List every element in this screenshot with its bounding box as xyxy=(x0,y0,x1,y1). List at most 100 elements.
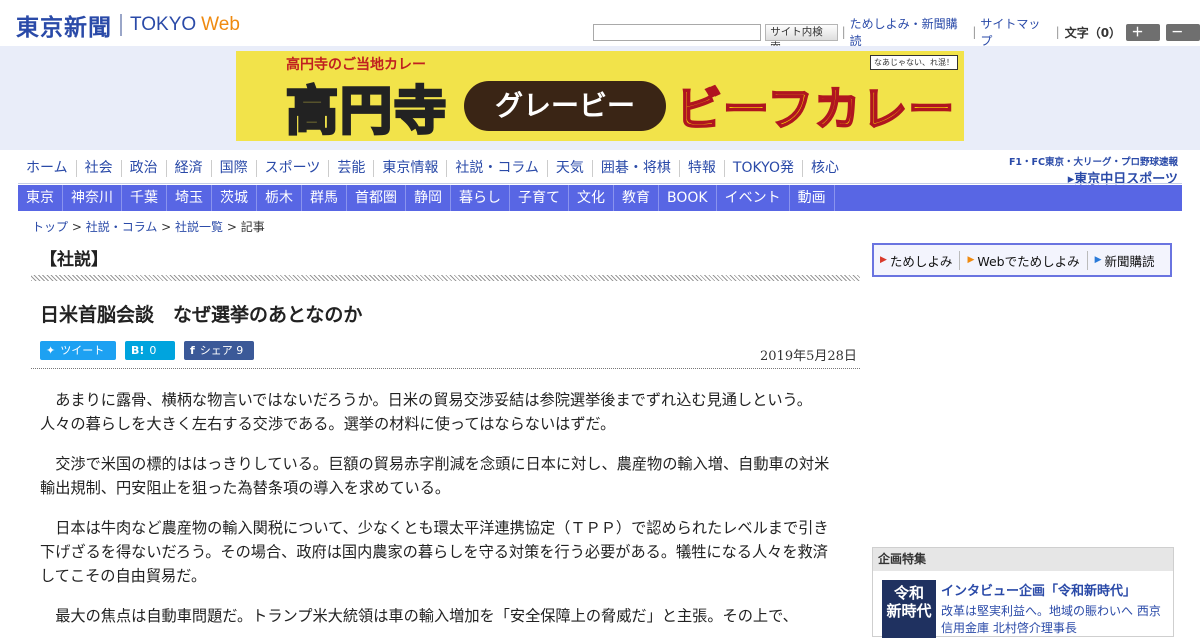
subscription-promo-box: ▶ ためしよみ ▶ Webでためしよみ ▶ 新聞購読 xyxy=(872,243,1172,277)
article-paragraph: あまりに露骨、横柄な物言いではないだろうか。日米の貿易交渉妥結は参院選挙後までず… xyxy=(40,391,812,433)
nav-economy[interactable]: 経済 xyxy=(165,160,211,177)
section-title: 【社説】 xyxy=(40,250,108,270)
thumb-line-2: 新時代 xyxy=(886,602,932,620)
font-size-label: 文字（0） xyxy=(1064,25,1122,40)
nav-region-item[interactable]: BOOK xyxy=(659,185,717,211)
nav-region-item[interactable]: 子育て xyxy=(510,185,569,211)
nav-region-item[interactable]: 暮らし xyxy=(451,185,510,211)
promo-trial-label: ためしよみ xyxy=(889,253,953,269)
nav-region-item[interactable]: 群馬 xyxy=(302,185,347,211)
breadcrumb-current: 記事 xyxy=(240,220,265,234)
nav-region-item[interactable]: イベント xyxy=(717,185,790,211)
chunichi-tagline: F1・FC東京・大リーグ・プロ野球速報 xyxy=(1008,157,1178,168)
nav-region-item[interactable]: 栃木 xyxy=(257,185,302,211)
article-paragraph: 交渉で米国の標的ははっきりしている。巨額の貿易赤字削減を念頭に日本に対し、農産物… xyxy=(40,455,830,497)
promo-trial-link[interactable]: ▶ ためしよみ xyxy=(880,251,959,270)
site-header: 東京新聞 TOKYO Web サイト内検索 | ためしよみ・新聞購読 | サイト… xyxy=(0,0,1200,56)
nav-region-item[interactable]: 教育 xyxy=(614,185,659,211)
promo-subscribe-link[interactable]: ▶ 新聞購読 xyxy=(1086,250,1162,270)
util-divider: | xyxy=(841,25,846,39)
nav-international[interactable]: 国際 xyxy=(210,160,256,177)
nav-region-item[interactable]: 首都圏 xyxy=(347,185,406,211)
nav-home[interactable]: ホーム xyxy=(18,160,76,177)
nav-region-item[interactable]: 動画 xyxy=(790,185,835,211)
nav-sports[interactable]: スポーツ xyxy=(255,160,329,177)
nav-entertainment[interactable]: 芸能 xyxy=(328,160,373,177)
banner-beef-curry: ビーフカレー xyxy=(675,81,956,137)
feature-title-link[interactable]: インタビュー企画「令和新時代」 xyxy=(941,580,1136,599)
article-paragraph: 最大の焦点は自動車問題だ。トランプ米大統領は車の輸入増加を「安全保障上の脅威だ」… xyxy=(55,607,798,625)
nav-region-item[interactable]: 神奈川 xyxy=(63,185,122,211)
feature-box: 企画特集 令和 新時代 インタビュー企画「令和新時代」 改革は堅実利益へ。地域の… xyxy=(872,547,1174,638)
breadcrumb-sep: > xyxy=(157,220,176,234)
logo-japanese: 東京新聞 xyxy=(16,14,112,41)
breadcrumb-top[interactable]: トップ xyxy=(32,220,68,234)
nav-region-item[interactable]: 静岡 xyxy=(406,185,451,211)
hatena-icon: B! xyxy=(131,344,145,357)
site-logo[interactable]: 東京新聞 TOKYO Web xyxy=(16,8,240,42)
main-nav: ホーム 社会 政治 経済 国際 スポーツ 芸能 東京情報 社説・コラム 天気 囲… xyxy=(18,160,847,177)
nav-go-shogi[interactable]: 囲碁・将棋 xyxy=(591,160,679,177)
banner-gravy: グレービー xyxy=(464,81,666,131)
banner-koenji: 高円寺 xyxy=(284,81,449,142)
util-divider: | xyxy=(1055,25,1060,39)
logo-web: Web xyxy=(201,14,240,35)
breadcrumb-editorial[interactable]: 社説・コラム xyxy=(86,220,158,234)
nav-region-item[interactable]: 茨城 xyxy=(212,185,257,211)
arrow-right-icon: ▶ xyxy=(880,255,887,265)
facebook-share-button[interactable]: f シェア 9 xyxy=(184,341,254,360)
tweet-button[interactable]: ✦ ツイート xyxy=(40,341,116,360)
promo-web-trial-link[interactable]: ▶ Webでためしよみ xyxy=(959,250,1086,270)
arrow-right-icon: ▶ xyxy=(1094,255,1102,265)
logo-divider xyxy=(120,14,122,36)
promo-subscribe-label: 新聞購読 xyxy=(1104,253,1155,269)
breadcrumb-sep: > xyxy=(223,220,241,234)
section-divider xyxy=(31,275,860,281)
banner-stamp: なあじゃない、れ混！ xyxy=(870,55,958,70)
nav-editorial-column[interactable]: 社説・コラム xyxy=(446,160,547,177)
article-body: あまりに露骨、横柄な物言いではないだろうか。日米の貿易交渉妥結は参院選挙後までず… xyxy=(40,388,840,644)
nav-region-item[interactable]: 文化 xyxy=(569,185,614,211)
breadcrumb-list[interactable]: 社説一覧 xyxy=(175,220,223,234)
share-buttons: ✦ ツイート B! 0 f シェア 9 xyxy=(40,341,263,360)
nav-divider xyxy=(18,183,1182,184)
nav-society[interactable]: 社会 xyxy=(75,160,121,177)
breadcrumb: トップ > 社説・コラム > 社説一覧 > 記事 xyxy=(32,218,265,235)
feature-thumbnail[interactable]: 令和 新時代 xyxy=(882,580,936,638)
nav-core[interactable]: 核心 xyxy=(801,160,847,177)
ad-banner[interactable]: 高円寺のご当地カレー なあじゃない、れ混！ 高円寺 グレービー ビーフカレー xyxy=(236,51,964,141)
promo-web-trial-label: Webでためしよみ xyxy=(977,253,1080,269)
font-smaller-button[interactable]: －小 xyxy=(1166,23,1200,56)
breadcrumb-sep: > xyxy=(68,220,86,234)
nav-tokyo-info[interactable]: 東京情報 xyxy=(373,160,446,177)
facebook-count: 9 xyxy=(236,344,244,357)
ad-banner-area: 高円寺のご当地カレー なあじゃない、れ混！ 高円寺 グレービー ビーフカレー xyxy=(0,46,1200,150)
site-search-button[interactable]: サイト内検索 xyxy=(765,23,838,53)
facebook-label: シェア xyxy=(199,344,233,357)
article-divider xyxy=(31,368,860,369)
trial-subscribe-link[interactable]: ためしよみ・新聞購読 xyxy=(850,15,969,49)
regional-nav: 東京 神奈川 千葉 埼玉 茨城 栃木 群馬 首都圏 静岡 暮らし 子育て 文化 … xyxy=(18,185,1182,211)
article-date: 2019年5月28日 xyxy=(760,349,857,364)
tweet-label: ツイート xyxy=(60,344,105,357)
logo-tokyo: TOKYO xyxy=(130,14,197,35)
nav-region-item[interactable]: 埼玉 xyxy=(167,185,212,211)
facebook-icon: f xyxy=(190,344,195,357)
nav-weather[interactable]: 天気 xyxy=(546,160,592,177)
thumb-line-1: 令和 xyxy=(893,584,924,602)
arrow-right-icon: ▶ xyxy=(967,255,975,265)
nav-politics[interactable]: 政治 xyxy=(120,160,166,177)
twitter-icon: ✦ xyxy=(46,344,56,357)
util-divider: | xyxy=(972,25,977,39)
nav-special-report[interactable]: 特報 xyxy=(678,160,724,177)
sitemap-link[interactable]: サイトマップ xyxy=(980,15,1051,49)
hatena-bookmark-button[interactable]: B! 0 xyxy=(125,341,175,360)
nav-tokyo-hatsu[interactable]: TOKYO発 xyxy=(723,160,802,177)
nav-region-item[interactable]: 東京 xyxy=(18,185,63,211)
site-search-input[interactable] xyxy=(593,23,762,41)
font-bigger-button[interactable]: ＋大 xyxy=(1126,23,1161,56)
feature-description-link[interactable]: 改革は堅実利益へ。地域の賑わいへ 西京信用金庫 北村啓介理事長 xyxy=(941,603,1169,637)
nav-region-item[interactable]: 千葉 xyxy=(122,185,167,211)
feature-heading: 企画特集 xyxy=(873,548,1173,571)
article-paragraph: 日本は牛肉など農産物の輸入関税について、少なくとも環太平洋連携協定（ＴＰＰ）で認… xyxy=(40,519,829,585)
